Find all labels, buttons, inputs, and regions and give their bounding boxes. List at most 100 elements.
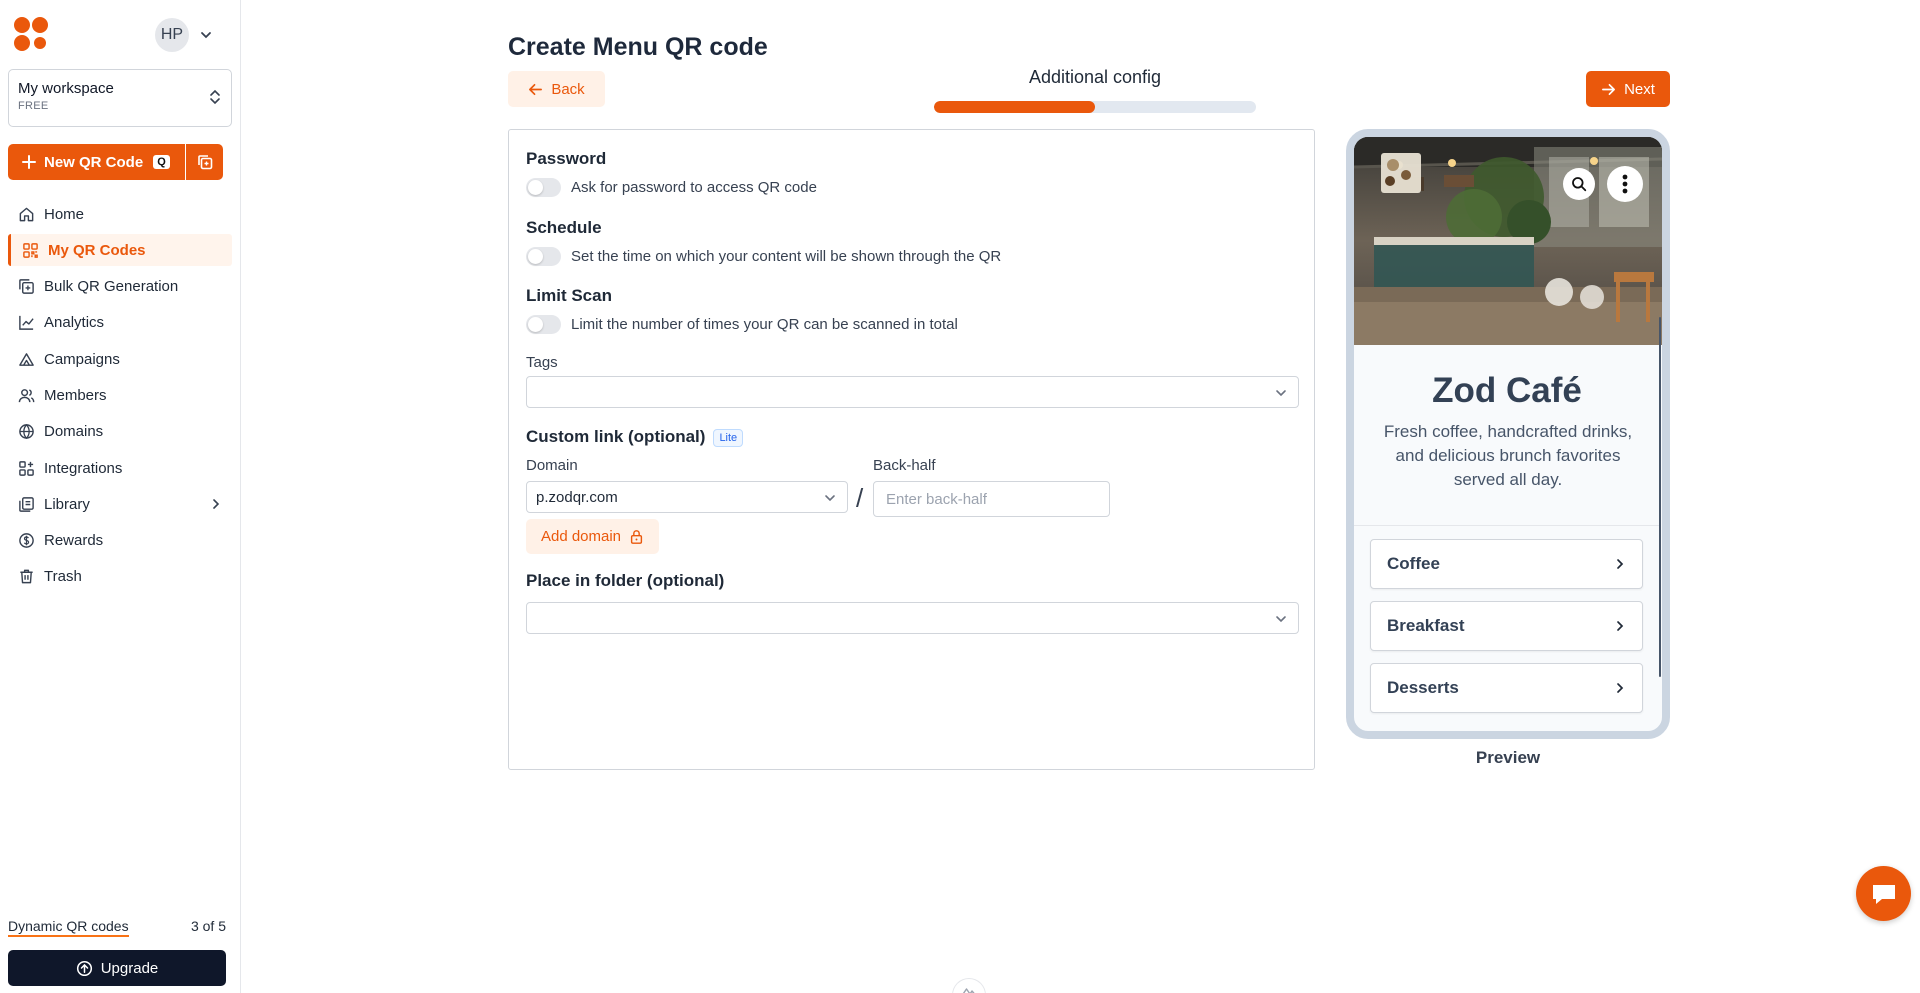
menu-category-desserts[interactable]: Desserts (1370, 663, 1643, 713)
arrow-right-icon (1602, 83, 1616, 95)
sidebar: HP My workspace FREE New QR Code Q Home … (0, 0, 241, 993)
devtools-toggle[interactable] (952, 978, 986, 993)
chart-icon (19, 316, 34, 331)
lock-icon (630, 529, 643, 544)
chat-icon (1872, 884, 1895, 904)
limit-scan-toggle[interactable] (526, 315, 561, 334)
password-row: Ask for password to access QR code (526, 178, 817, 197)
sidebar-item-trash[interactable]: Trash (8, 561, 232, 593)
step-progress-bar (934, 101, 1256, 113)
globe-icon (19, 424, 34, 440)
schedule-toggle[interactable] (526, 247, 561, 266)
more-options-button[interactable] (1607, 166, 1643, 202)
arrow-up-circle-icon (76, 960, 92, 976)
copy-icon (197, 155, 212, 170)
more-vertical-icon (1622, 174, 1628, 194)
page-title: Create Menu QR code (508, 33, 768, 61)
sidebar-item-campaigns[interactable]: Campaigns (8, 343, 232, 375)
step-label: Additional config (1028, 67, 1162, 87)
users-icon (18, 389, 35, 403)
sidebar-item-library[interactable]: Library (8, 488, 232, 520)
domain-value: p.zodqr.com (536, 488, 618, 506)
brand-logo[interactable] (14, 17, 50, 53)
sidebar-item-rewards[interactable]: Rewards (8, 525, 232, 557)
arrow-left-icon (529, 83, 543, 95)
workspace-selector[interactable]: My workspace FREE (8, 69, 232, 127)
chevron-right-icon (1617, 683, 1624, 693)
sidebar-nav: Home My QR Codes Bulk QR Generation Anal… (8, 198, 232, 597)
usage-label: Dynamic QR codes (8, 918, 129, 937)
library-icon (19, 497, 34, 512)
password-toggle[interactable] (526, 178, 561, 197)
folder-select[interactable] (526, 602, 1299, 634)
back-label: Back (551, 80, 585, 98)
sidebar-item-label: Rewards (44, 532, 104, 550)
step-progress-fill (934, 101, 1095, 113)
new-qr-code-label: New QR Code (44, 153, 144, 171)
schedule-toggle-label: Set the time on which your content will … (571, 248, 1002, 265)
sidebar-item-my-qr-codes[interactable]: My QR Codes (8, 234, 232, 267)
sidebar-item-members[interactable]: Members (8, 379, 232, 411)
sidebar-item-label: Trash (44, 568, 82, 586)
menu-category-coffee[interactable]: Coffee (1370, 539, 1643, 589)
integrations-icon (19, 460, 34, 476)
sidebar-item-label: Library (44, 495, 90, 513)
password-title: Password (526, 149, 607, 168)
new-qr-code-button[interactable]: New QR Code Q (8, 144, 185, 180)
add-domain-label: Add domain (540, 528, 622, 545)
mountain-icon (962, 988, 975, 993)
chevron-right-icon (1617, 621, 1624, 631)
limit-scan-row: Limit the number of times your QR can be… (526, 315, 958, 334)
menu-category-label: Coffee (1387, 554, 1440, 573)
link-separator: / (856, 483, 864, 513)
chevron-down-icon (825, 495, 835, 502)
add-domain-button[interactable]: Add domain (526, 519, 659, 554)
next-button[interactable]: Next (1586, 71, 1670, 107)
sidebar-item-label: Domains (44, 423, 104, 441)
limit-scan-toggle-label: Limit the number of times your QR can be… (571, 316, 958, 333)
campaign-icon (19, 352, 34, 366)
chevron-up-down-icon (210, 89, 220, 105)
next-label: Next (1624, 80, 1655, 98)
sidebar-item-home[interactable]: Home (8, 198, 232, 230)
trash-icon (20, 570, 33, 584)
cafe-description: Fresh coffee, handcrafted drinks, and de… (1383, 422, 1633, 489)
backhalf-label: Back-half (873, 457, 936, 474)
sidebar-item-analytics[interactable]: Analytics (8, 307, 232, 339)
password-toggle-label: Ask for password to access QR code (571, 179, 817, 196)
cafe-name: Zod Café (1432, 371, 1582, 410)
domain-select[interactable]: p.zodqr.com (526, 481, 848, 513)
avatar[interactable]: HP (155, 18, 189, 52)
menu-category-breakfast[interactable]: Breakfast (1370, 601, 1643, 651)
chevron-down-icon (1276, 390, 1286, 397)
workspace-name: My workspace (18, 80, 114, 97)
menu-category-label: Breakfast (1387, 616, 1465, 635)
preview-scrollbar[interactable] (1659, 317, 1661, 677)
sidebar-item-bulk-qr-generation[interactable]: Bulk QR Generation (8, 271, 232, 303)
bulk-copy-icon (19, 279, 34, 294)
search-icon (1572, 177, 1587, 192)
upgrade-button[interactable]: Upgrade (8, 950, 226, 986)
sidebar-item-domains[interactable]: Domains (8, 416, 232, 448)
menu-category-label: Desserts (1387, 678, 1459, 697)
app-root: HP My workspace FREE New QR Code Q Home … (0, 0, 1920, 993)
schedule-title: Schedule (526, 218, 602, 237)
duplicate-qr-button[interactable] (186, 144, 223, 180)
chat-support-button[interactable] (1856, 866, 1911, 921)
tags-select[interactable] (526, 376, 1299, 408)
config-panel: Password Ask for password to access QR c… (508, 129, 1315, 770)
limit-scan-title: Limit Scan (526, 286, 612, 305)
search-button[interactable] (1563, 168, 1595, 200)
backhalf-input[interactable] (873, 481, 1110, 517)
cafe-cover-image (1354, 137, 1662, 345)
custom-link-title: Custom link (optional) Lite (526, 427, 744, 447)
folder-title: Place in folder (optional) (526, 571, 725, 590)
lite-badge: Lite (713, 428, 744, 447)
divider (1354, 525, 1660, 526)
back-button[interactable]: Back (508, 71, 605, 107)
user-menu[interactable]: HP (155, 18, 213, 52)
sidebar-item-label: Campaigns (44, 350, 120, 368)
tags-label: Tags (526, 354, 558, 371)
sidebar-item-label: Analytics (44, 314, 105, 332)
sidebar-item-integrations[interactable]: Integrations (8, 452, 232, 484)
